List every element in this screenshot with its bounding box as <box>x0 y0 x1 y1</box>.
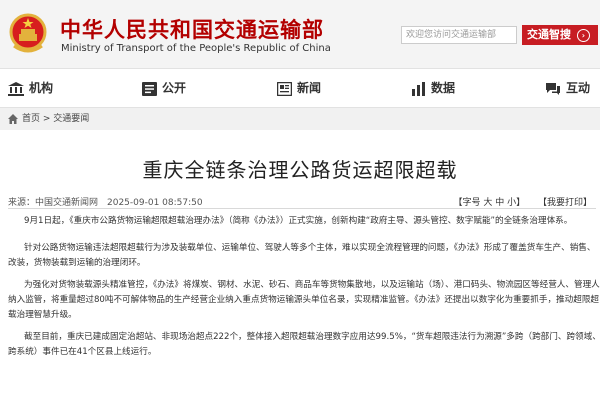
nav-item-data[interactable]: 数据 <box>411 69 455 107</box>
site-header: 中华人民共和国交通运输部 Ministry of Transport of th… <box>0 0 600 68</box>
font-size-control[interactable]: 【字号 大 中 小】 <box>454 198 526 208</box>
folder-icon <box>142 81 157 96</box>
print-link[interactable]: 【我要打印】 <box>538 198 592 208</box>
nav-item-organization[interactable]: 机构 <box>8 69 53 107</box>
nav-item-public[interactable]: 公开 <box>142 69 186 107</box>
article-title: 重庆全链条治理公路货运超限超载 <box>142 158 458 182</box>
nav-label: 机构 <box>29 81 54 95</box>
breadcrumb: 首页 > 交通要闻 <box>0 108 600 130</box>
site-subtitle: Ministry of Transport of the People's Re… <box>61 43 331 54</box>
article-tools: 【字号 大 中 小】 【我要打印】 <box>454 195 592 208</box>
nav-label: 数据 <box>431 81 456 95</box>
paragraph: 截至目前，重庆已建成固定治超站、非现场治超点222个，整体接入超限超载治理数字应… <box>8 332 600 357</box>
national-emblem-icon[interactable] <box>8 10 48 56</box>
nav-label: 互动 <box>566 81 591 95</box>
arrow-right-icon: › <box>576 28 590 42</box>
paragraph: 针对公路货物运输违法超限超载行为涉及装载单位、运输单位、驾驶人等多个主体，难以实… <box>8 243 596 268</box>
home-icon[interactable] <box>8 114 18 124</box>
organization-icon <box>8 81 24 96</box>
nav-label: 新闻 <box>297 81 322 95</box>
paragraph: 9月1日起，《重庆市公路货物运输超限超载治理办法》（简称《办法》）正式实施，创新… <box>24 216 573 226</box>
paragraph: 为强化对货物装载源头精准管控，《办法》将煤炭、钢材、水泥、砂石、商品车等货物集散… <box>8 280 600 320</box>
nav-label: 公开 <box>162 81 187 95</box>
nav-item-interaction[interactable]: 互动 <box>545 69 590 107</box>
search-input[interactable]: 欢迎您访问交通运输部 <box>401 26 517 44</box>
article-meta: 来源：中国交通新闻网 2025-09-01 08:57:50 <box>8 198 203 208</box>
article-body: 9月1日起，《重庆市公路货物运输超限超载治理办法》（简称《办法》）正式实施，创新… <box>8 214 600 367</box>
chat-icon <box>546 82 560 95</box>
smart-search-label: 交通智搜 <box>527 28 571 41</box>
divider <box>8 208 596 209</box>
nav-item-news[interactable]: 新闻 <box>276 69 322 107</box>
bar-chart-icon <box>412 81 425 96</box>
breadcrumb-text[interactable]: 首页 > 交通要闻 <box>22 108 89 130</box>
news-icon <box>276 81 293 96</box>
site-title[interactable]: 中华人民共和国交通运输部 <box>60 14 324 44</box>
smart-search-button[interactable]: 交通智搜 › <box>522 25 598 45</box>
main-nav: 机构 公开 新闻 数据 互动 <box>0 68 600 108</box>
